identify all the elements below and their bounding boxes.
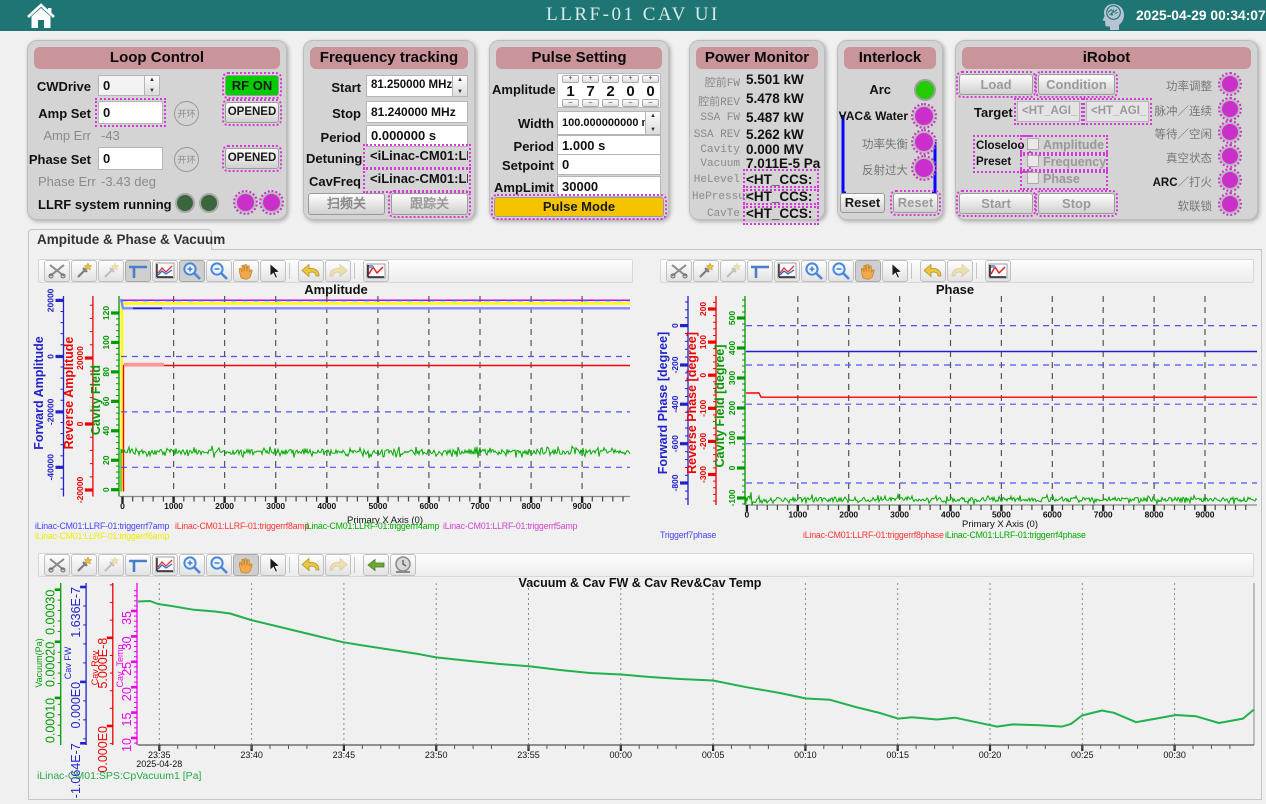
svg-text:iLinac-CM01:LLRF-01:triggerrf8: iLinac-CM01:LLRF-01:triggerrf8phase	[803, 530, 944, 540]
svg-text:0.000E0: 0.000E0	[96, 726, 110, 773]
svg-text:0.00020: 0.00020	[44, 642, 58, 687]
svg-text:Forward Phase [degree]: Forward Phase [degree]	[656, 332, 670, 474]
svg-text:200: 200	[698, 302, 708, 316]
svg-text:iLinac-CM01:LLRF-01:triggerrf6: iLinac-CM01:LLRF-01:triggerrf6amp	[35, 531, 170, 541]
svg-text:00:15: 00:15	[886, 750, 909, 760]
svg-text:-300: -300	[698, 466, 708, 483]
svg-text:100: 100	[101, 335, 111, 349]
svg-text:Phase: Phase	[936, 283, 974, 297]
svg-text:-40000: -40000	[46, 454, 56, 481]
svg-text:Amplitude: Amplitude	[304, 283, 368, 297]
svg-text:23:40: 23:40	[240, 750, 263, 760]
svg-text:iLinac-CM01:SPS:CpVacuum1 [Pa]: iLinac-CM01:SPS:CpVacuum1 [Pa]	[37, 770, 201, 782]
svg-text:-20000: -20000	[46, 398, 56, 425]
svg-text:500: 500	[727, 311, 737, 325]
svg-text:3000: 3000	[890, 510, 909, 520]
svg-text:7000: 7000	[1094, 510, 1113, 520]
svg-text:6000: 6000	[419, 501, 438, 511]
svg-text:100: 100	[727, 431, 737, 445]
svg-text:Cav_Temp: Cav_Temp	[115, 644, 125, 687]
svg-text:3000: 3000	[266, 501, 285, 511]
svg-text:-20000: -20000	[75, 476, 85, 503]
svg-text:23:55: 23:55	[517, 750, 540, 760]
svg-text:8000: 8000	[1145, 510, 1164, 520]
svg-text:1.636E-7: 1.636E-7	[69, 587, 83, 638]
svg-text:10: 10	[120, 738, 134, 752]
svg-text:0: 0	[745, 510, 750, 520]
svg-text:Primary X Axis (0): Primary X Axis (0)	[962, 519, 1038, 530]
svg-text:23:45: 23:45	[333, 750, 356, 760]
svg-text:00:25: 00:25	[1071, 750, 1094, 760]
svg-text:Triggerf7phase: Triggerf7phase	[660, 530, 716, 540]
svg-text:0.00030: 0.00030	[44, 590, 58, 635]
svg-text:120: 120	[101, 306, 111, 320]
svg-text:-100: -100	[698, 400, 708, 417]
svg-text:Vacuum(Pa): Vacuum(Pa)	[34, 638, 44, 687]
svg-text:Reverse Amplitude: Reverse Amplitude	[62, 337, 76, 450]
svg-text:Cavity Field [degree]: Cavity Field [degree]	[713, 345, 727, 468]
svg-text:100: 100	[698, 335, 708, 349]
svg-text:iLinac-CM01:LLRF-01:triggerrf5: iLinac-CM01:LLRF-01:triggerrf5amp	[443, 521, 578, 531]
svg-text:Reverse Phase [degree]: Reverse Phase [degree]	[685, 332, 699, 474]
svg-text:0: 0	[120, 501, 125, 511]
svg-text:0: 0	[46, 354, 56, 359]
svg-text:0: 0	[101, 487, 111, 492]
svg-text:iLinac-CM01:LLRF-01:triggerrf4: iLinac-CM01:LLRF-01:triggerrf4phase	[945, 530, 1086, 540]
svg-text:9000: 9000	[573, 501, 592, 511]
svg-text:iLinac-CM01:LLRF-01:triggerrf7: iLinac-CM01:LLRF-01:triggerrf7amp	[35, 521, 170, 531]
svg-text:20: 20	[120, 687, 134, 701]
svg-text:00:30: 00:30	[1163, 750, 1186, 760]
svg-text:0: 0	[670, 323, 680, 328]
svg-text:5000: 5000	[992, 510, 1011, 520]
svg-text:0.00010: 0.00010	[44, 698, 58, 743]
svg-text:400: 400	[727, 341, 737, 355]
svg-text:2000: 2000	[215, 501, 234, 511]
svg-text:-100: -100	[727, 489, 737, 506]
svg-text:iLinac-CM01:LLRF-01:triggerrf8: iLinac-CM01:LLRF-01:triggerrf8amp	[175, 521, 310, 531]
svg-text:4000: 4000	[941, 510, 960, 520]
svg-text:35: 35	[120, 611, 134, 625]
svg-text:Cav FW: Cav FW	[63, 646, 73, 679]
svg-text:1000: 1000	[788, 510, 807, 520]
svg-text:4000: 4000	[317, 501, 336, 511]
svg-text:-200: -200	[698, 433, 708, 450]
svg-text:300: 300	[727, 371, 737, 385]
svg-text:20: 20	[101, 455, 111, 465]
svg-text:Vacuum & Cav FW & Cav Rev&Cav: Vacuum & Cav FW & Cav Rev&Cav Temp	[519, 578, 762, 590]
svg-text:1000: 1000	[164, 501, 183, 511]
svg-text:200: 200	[727, 401, 737, 415]
svg-text:8000: 8000	[522, 501, 541, 511]
svg-text:0: 0	[698, 373, 708, 378]
svg-text:2025-04-28: 2025-04-28	[136, 759, 182, 769]
svg-text:00:10: 00:10	[794, 750, 817, 760]
svg-text:Forward Amplitude: Forward Amplitude	[33, 336, 46, 449]
svg-text:6000: 6000	[1043, 510, 1062, 520]
svg-text:0.000E0: 0.000E0	[69, 682, 83, 729]
svg-text:2000: 2000	[839, 510, 858, 520]
svg-text:00:00: 00:00	[610, 750, 633, 760]
svg-text:Cavity Field: Cavity Field	[89, 365, 103, 435]
svg-text:-600: -600	[670, 435, 680, 452]
svg-text:0: 0	[75, 421, 85, 426]
svg-text:iLinac-CM01:LLRF-01:triggerrf4: iLinac-CM01:LLRF-01:triggerrf4amp	[305, 521, 440, 531]
svg-text:00:05: 00:05	[702, 750, 725, 760]
svg-text:00:20: 00:20	[979, 750, 1002, 760]
svg-text:-400: -400	[670, 395, 680, 412]
svg-text:20000: 20000	[46, 288, 56, 312]
svg-text:5000: 5000	[368, 501, 387, 511]
svg-text:23:50: 23:50	[425, 750, 448, 760]
svg-text:20000: 20000	[75, 346, 85, 370]
svg-text:-800: -800	[670, 474, 680, 491]
svg-text:Cav Rev: Cav Rev	[90, 650, 100, 685]
svg-text:15: 15	[120, 713, 134, 727]
svg-text:9000: 9000	[1196, 510, 1215, 520]
svg-text:0: 0	[727, 465, 737, 470]
svg-text:7000: 7000	[471, 501, 490, 511]
svg-text:-200: -200	[670, 356, 680, 373]
